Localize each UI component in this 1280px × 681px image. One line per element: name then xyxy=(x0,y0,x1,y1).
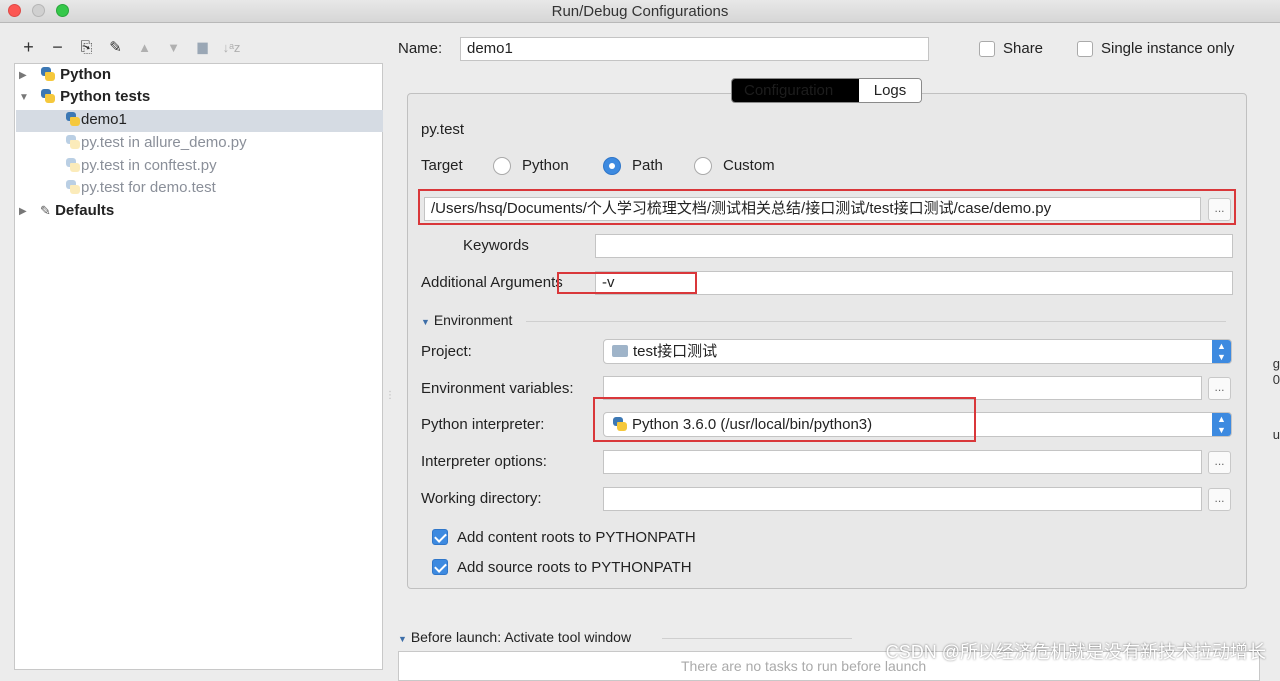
python-icon xyxy=(40,66,56,82)
dropdown-arrows-icon: ▲ ▼ xyxy=(1212,340,1231,363)
tree-item-defaults[interactable]: ✎ Defaults xyxy=(40,200,114,222)
target-path-radio[interactable] xyxy=(603,157,621,175)
expand-arrow-icon[interactable]: ▶ xyxy=(19,70,27,81)
before-launch-section[interactable]: ▼ Before launch: Activate tool window xyxy=(398,629,631,645)
share-label: Share xyxy=(1003,40,1044,57)
project-label: Project: xyxy=(421,343,472,360)
python-test-config-icon xyxy=(65,111,81,127)
collapse-triangle-icon: ▼ xyxy=(421,317,430,327)
background-window-fragment: 0 xyxy=(1272,372,1280,387)
python-test-config-icon xyxy=(65,179,81,195)
environment-variables-label: Environment variables: xyxy=(421,380,574,397)
collapse-arrow-icon[interactable]: ▼ xyxy=(19,92,29,103)
target-label: Target xyxy=(421,157,463,174)
minimize-window-button[interactable] xyxy=(32,4,45,17)
folder-icon[interactable]: ▆ xyxy=(188,39,217,55)
annotation-box-path xyxy=(418,189,1236,225)
tree-item-python-tests[interactable]: Python tests xyxy=(40,86,150,108)
target-path-label: Path xyxy=(632,157,663,174)
tree-item-demo-test[interactable]: py.test for demo.test xyxy=(65,177,216,199)
tree-item-demo1[interactable]: demo1 xyxy=(65,109,127,131)
dropdown-arrows-icon: ▲ ▼ xyxy=(1212,413,1231,436)
config-toolbar: + − ⎘ ✎ ▲ ▼ ▆ ↓ᵃz xyxy=(14,36,246,58)
project-folder-icon xyxy=(612,345,628,357)
target-python-label: Python xyxy=(522,157,569,174)
add-icon[interactable]: + xyxy=(14,37,43,58)
configurations-tree: ▶ Python ▼ Python tests demo1 py.test in… xyxy=(14,63,383,670)
browse-working-directory-button[interactable]: ... xyxy=(1208,488,1231,511)
splitter-handle-icon[interactable]: ⋮ xyxy=(385,390,395,401)
wrench-icon[interactable]: ✎ xyxy=(101,38,130,56)
add-content-roots-label: Add content roots to PYTHONPATH xyxy=(457,529,696,546)
before-launch-divider xyxy=(662,638,852,639)
remove-icon[interactable]: − xyxy=(43,37,72,58)
keywords-label: Keywords xyxy=(463,237,529,254)
python-test-config-icon xyxy=(65,157,81,173)
name-field[interactable]: demo1 xyxy=(460,37,929,61)
add-source-roots-label: Add source roots to PYTHONPATH xyxy=(457,559,692,576)
tree-item-allure-demo[interactable]: py.test in allure_demo.py xyxy=(65,132,247,154)
environment-divider xyxy=(526,321,1226,322)
python-test-config-icon xyxy=(65,134,81,150)
add-content-roots-checkbox[interactable] xyxy=(432,529,448,545)
wrench-icon: ✎ xyxy=(40,203,51,218)
interpreter-options-field[interactable] xyxy=(603,450,1202,474)
edit-environment-variables-button[interactable]: ... xyxy=(1208,377,1231,400)
python-tests-icon xyxy=(40,88,56,104)
working-directory-label: Working directory: xyxy=(421,490,542,507)
close-window-button[interactable] xyxy=(8,4,21,17)
tab-configuration[interactable]: Configuration xyxy=(732,79,859,102)
expand-arrow-icon[interactable]: ▶ xyxy=(19,206,27,217)
target-custom-radio[interactable] xyxy=(694,157,712,175)
window-title: Run/Debug Configurations xyxy=(551,3,729,20)
move-up-icon[interactable]: ▲ xyxy=(130,40,159,55)
maximize-window-button[interactable] xyxy=(56,4,69,17)
csdn-watermark: CSDN @所以经济危机就是没有新技术拉动增长 xyxy=(885,642,1266,662)
runner-type-label: py.test xyxy=(421,121,465,138)
environment-section[interactable]: ▼ Environment xyxy=(421,312,512,328)
annotation-box-arguments xyxy=(557,272,697,294)
working-directory-field[interactable] xyxy=(603,487,1202,511)
tab-logs[interactable]: Logs xyxy=(859,79,921,102)
share-checkbox[interactable] xyxy=(979,41,995,57)
copy-icon[interactable]: ⎘ xyxy=(72,39,101,56)
single-instance-checkbox[interactable] xyxy=(1077,41,1093,57)
tree-item-conftest[interactable]: py.test in conftest.py xyxy=(65,155,217,177)
interpreter-options-label: Interpreter options: xyxy=(421,453,547,470)
sort-icon[interactable]: ↓ᵃz xyxy=(217,40,246,55)
python-interpreter-label: Python interpreter: xyxy=(421,416,545,433)
background-window-fragment: u xyxy=(1272,427,1280,442)
tree-item-python[interactable]: Python xyxy=(40,64,111,86)
name-label: Name: xyxy=(398,40,443,57)
keywords-field[interactable] xyxy=(595,234,1233,258)
edit-interpreter-options-button[interactable]: ... xyxy=(1208,451,1231,474)
move-down-icon[interactable]: ▼ xyxy=(159,40,188,55)
add-source-roots-checkbox[interactable] xyxy=(432,559,448,575)
single-instance-label: Single instance only xyxy=(1101,40,1235,57)
project-select[interactable]: test接口测试 ▲ ▼ xyxy=(603,339,1232,364)
title-bar: Run/Debug Configurations xyxy=(0,0,1280,23)
collapse-triangle-icon: ▼ xyxy=(398,634,407,644)
background-window-fragment: g xyxy=(1272,356,1280,371)
additional-arguments-label: Additional Arguments xyxy=(421,274,563,291)
target-python-radio[interactable] xyxy=(493,157,511,175)
target-custom-label: Custom xyxy=(723,157,775,174)
config-tabs: Configuration Logs xyxy=(731,78,922,103)
annotation-box-interpreter xyxy=(593,397,976,442)
